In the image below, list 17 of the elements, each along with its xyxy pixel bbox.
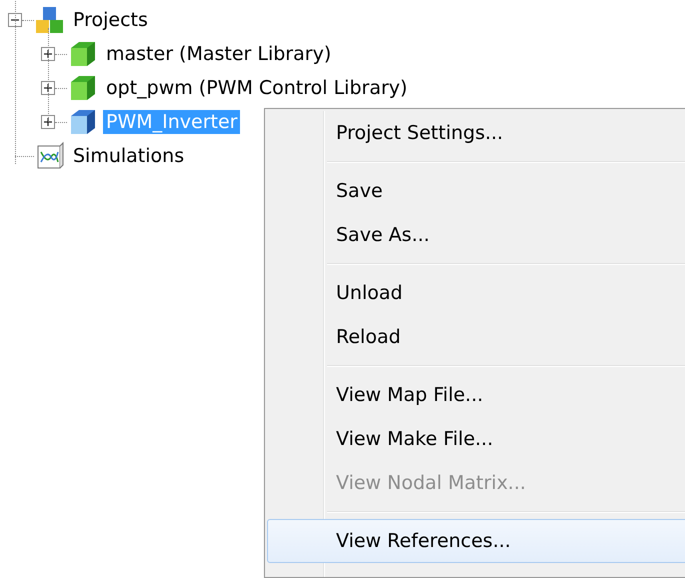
expand-icon[interactable] — [41, 81, 55, 95]
expand-icon[interactable] — [41, 115, 55, 129]
tree-item[interactable]: opt_pwm (PWM Control Library) — [103, 76, 410, 100]
menu-item[interactable]: View Map File... — [267, 373, 685, 417]
menu-item[interactable]: Project Settings... — [267, 111, 685, 155]
menu-item[interactable]: Save As... — [267, 213, 685, 257]
menu-item[interactable]: Reload — [267, 315, 685, 359]
collapse-icon[interactable] — [8, 13, 22, 27]
menu-item[interactable]: Save — [267, 169, 685, 213]
tree-item[interactable]: Projects — [70, 8, 151, 32]
menu-item[interactable]: Unload — [267, 271, 685, 315]
menu-item[interactable]: View References... — [267, 519, 685, 563]
menu-item[interactable]: View Make File... — [267, 417, 685, 461]
tree-item[interactable]: Simulations — [70, 144, 188, 168]
tree-item[interactable]: master (Master Library) — [103, 42, 334, 66]
expand-icon[interactable] — [41, 47, 55, 61]
cubes-icon — [34, 4, 66, 36]
